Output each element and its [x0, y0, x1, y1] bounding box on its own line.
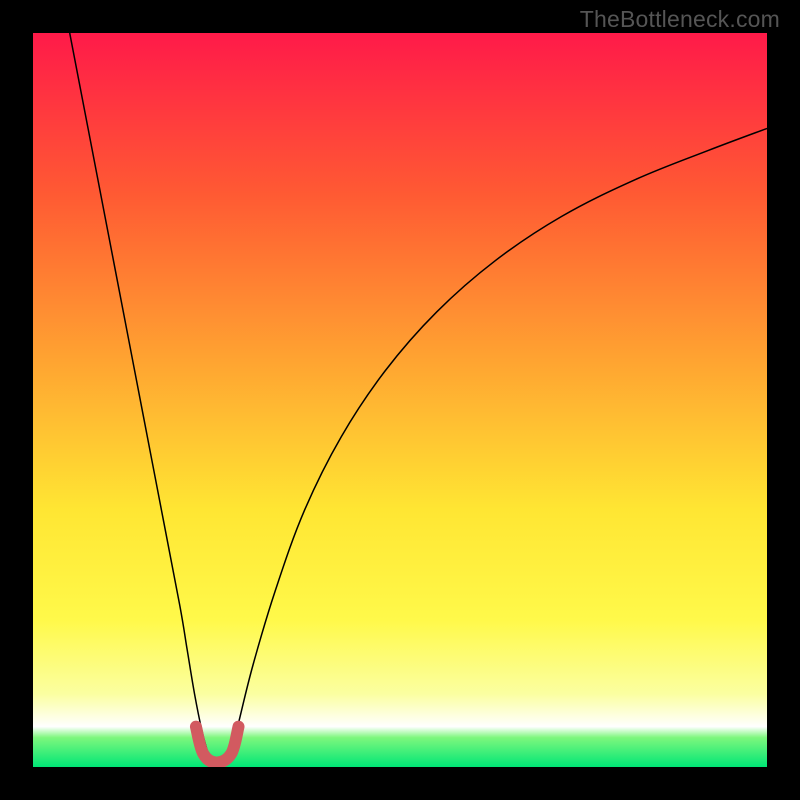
- chart-svg: [33, 33, 767, 767]
- plot-area: [33, 33, 767, 767]
- chart-frame: TheBottleneck.com: [0, 0, 800, 800]
- gradient-background: [33, 33, 767, 767]
- watermark-text: TheBottleneck.com: [580, 6, 780, 33]
